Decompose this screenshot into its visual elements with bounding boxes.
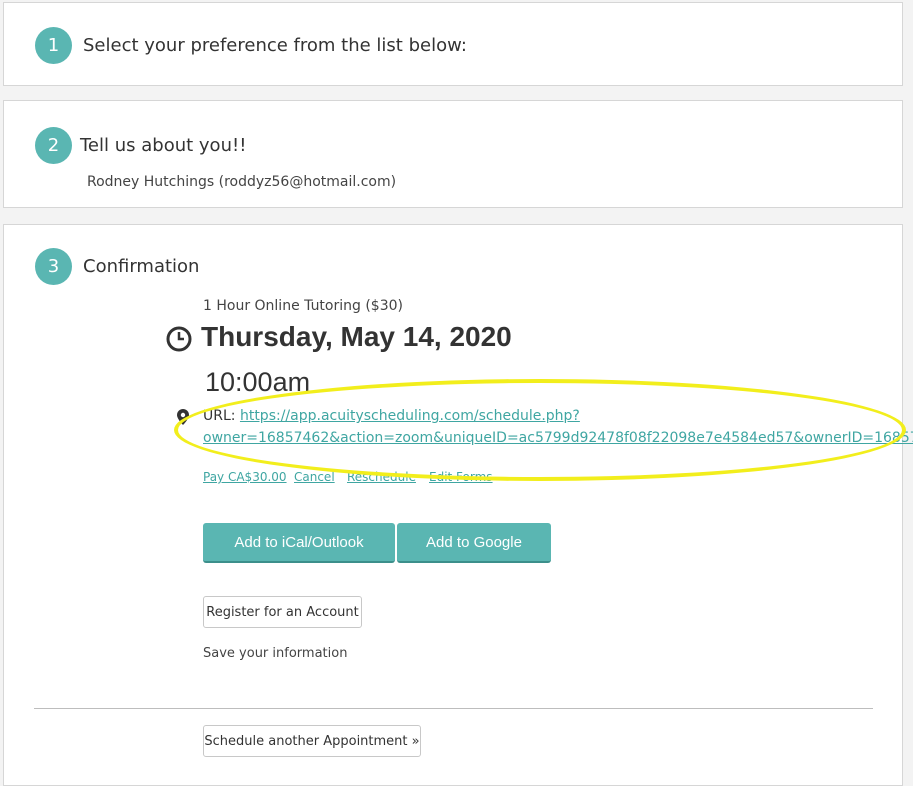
step-1-title: Select your preference from the list bel… (83, 35, 467, 56)
service-name: 1 Hour Online Tutoring ($30) (203, 298, 403, 314)
add-to-google-button[interactable]: Add to Google (397, 523, 551, 563)
meeting-url-link[interactable]: https://app.acuityscheduling.com/schedul… (240, 408, 580, 424)
url-line-1: URL: https://app.acuityscheduling.com/sc… (203, 408, 580, 424)
step-2-number: 2 (35, 127, 72, 164)
save-info-text: Save your information (203, 646, 348, 661)
schedule-another-button[interactable]: Schedule another Appointment » (203, 725, 421, 757)
step-2-title: Tell us about you!! (80, 135, 247, 156)
step-3-number: 3 (35, 248, 72, 285)
reschedule-link[interactable]: Reschedule (347, 470, 416, 484)
clock-icon (165, 325, 193, 357)
appointment-date: Thursday, May 14, 2020 (201, 321, 512, 352)
divider (34, 708, 873, 709)
appointment-time: 10:00am (205, 367, 311, 397)
pay-link[interactable]: Pay CA$30.00 (203, 470, 287, 484)
edit-forms-link[interactable]: Edit Forms (429, 470, 493, 484)
add-to-ical-button[interactable]: Add to iCal/Outlook (203, 523, 395, 563)
url-line-2: owner=16857462&action=zoom&uniqueID=ac57… (203, 430, 913, 446)
step-1-number: 1 (35, 27, 72, 64)
cancel-link[interactable]: Cancel (294, 470, 335, 484)
meeting-url-link-continued[interactable]: owner=16857462&action=zoom&uniqueID=ac57… (203, 430, 913, 446)
step-2-panel[interactable]: 2 Tell us about you!! Rodney Hutchings (… (3, 100, 903, 208)
step-3-title: Confirmation (83, 256, 200, 277)
url-label: URL: (203, 408, 236, 424)
step-1-panel[interactable]: 1 Select your preference from the list b… (3, 2, 903, 86)
register-account-button[interactable]: Register for an Account (203, 596, 362, 628)
customer-info: Rodney Hutchings (roddyz56@hotmail.com) (87, 174, 397, 190)
step-3-panel: 3 Confirmation 1 Hour Online Tutoring ($… (3, 224, 913, 786)
map-pin-icon (177, 409, 189, 429)
